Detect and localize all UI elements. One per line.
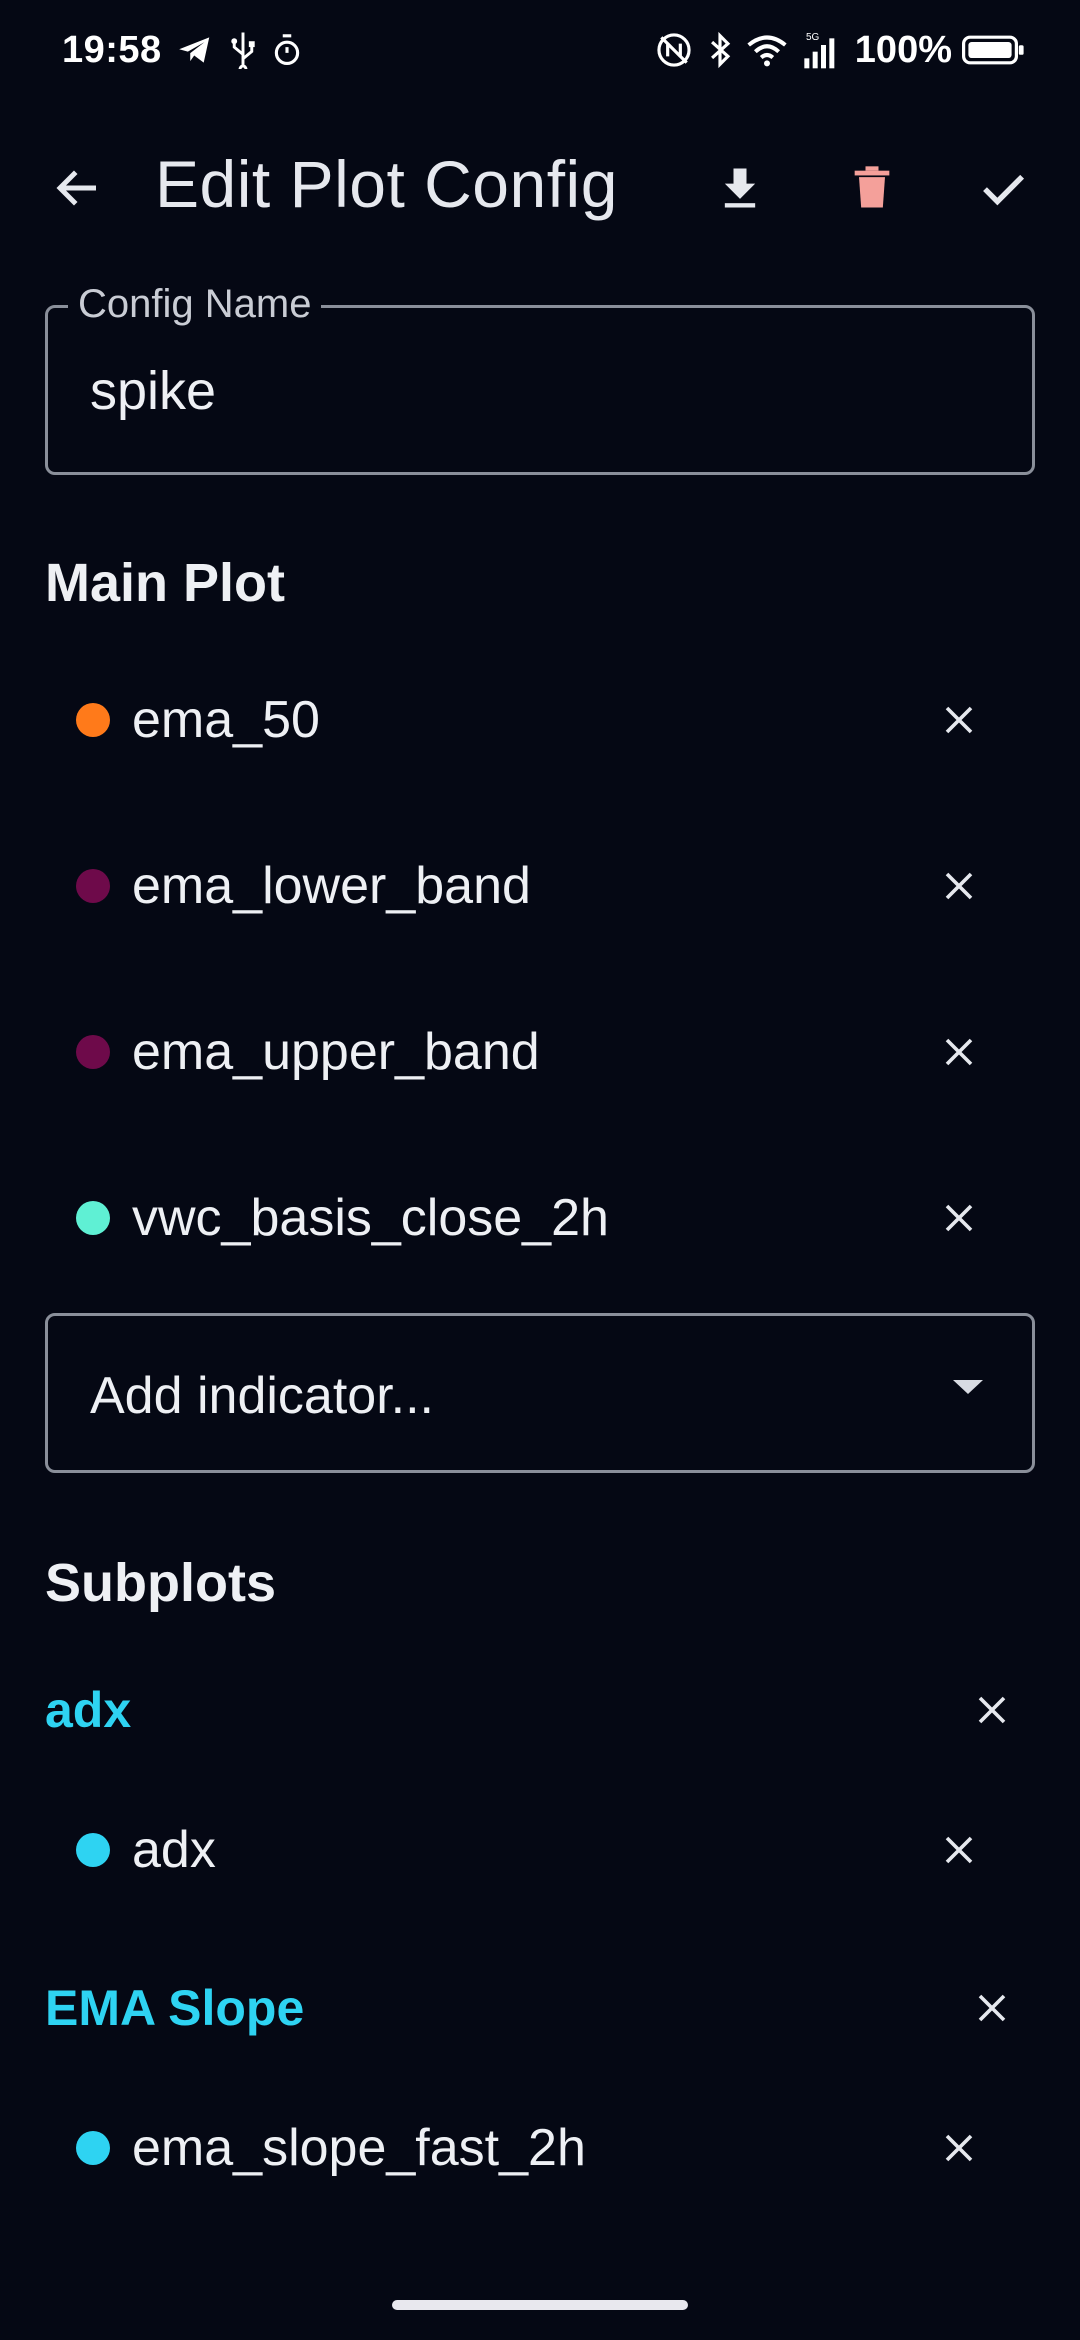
close-icon bbox=[945, 1038, 973, 1066]
indicator-label: ema_50 bbox=[132, 691, 320, 749]
subplots-title: Subplots bbox=[45, 1553, 276, 1613]
back-arrow-icon bbox=[56, 170, 96, 206]
remove-indicator-button[interactable] bbox=[919, 2108, 999, 2188]
page-title: Edit Plot Config bbox=[155, 147, 618, 221]
close-icon bbox=[978, 1696, 1006, 1724]
telegram-icon bbox=[176, 31, 214, 69]
color-dot bbox=[76, 2131, 110, 2165]
remove-subplot-button[interactable] bbox=[952, 1968, 1032, 2048]
screen: 19:58 5G 100% Edit Plot Config Config Na… bbox=[0, 0, 1080, 2340]
check-icon bbox=[983, 174, 1025, 206]
wifi-icon bbox=[747, 33, 787, 67]
indicator-label: vwc_basis_close_2h bbox=[132, 1189, 609, 1247]
download-icon bbox=[724, 168, 756, 208]
back-button[interactable] bbox=[30, 140, 126, 236]
main-plot-title: Main Plot bbox=[45, 553, 285, 613]
close-icon bbox=[945, 1204, 973, 1232]
config-name-label: Config Name bbox=[68, 282, 322, 327]
indicator-row: ema_slope_fast_2h bbox=[0, 2088, 1080, 2208]
cellular-signal-icon: 5G bbox=[801, 30, 841, 70]
indicator-row: adx bbox=[0, 1790, 1080, 1910]
remove-indicator-button[interactable] bbox=[919, 846, 999, 926]
indicator-row: ema_upper_band bbox=[0, 992, 1080, 1112]
battery-percent: 100% bbox=[854, 28, 952, 71]
dropdown-arrow-icon bbox=[953, 1378, 983, 1401]
color-dot bbox=[76, 1201, 110, 1235]
remove-subplot-button[interactable] bbox=[952, 1670, 1032, 1750]
download-button[interactable] bbox=[692, 140, 788, 236]
bluetooth-icon bbox=[707, 31, 733, 69]
status-left: 19:58 bbox=[62, 29, 302, 72]
delete-icon bbox=[854, 166, 890, 208]
status-time: 19:58 bbox=[62, 28, 162, 71]
close-icon bbox=[945, 2134, 973, 2162]
subplot-group-title: EMA Slope bbox=[45, 1980, 305, 2036]
add-indicator-placeholder: Add indicator... bbox=[90, 1367, 434, 1425]
timer-icon bbox=[272, 33, 302, 67]
remove-indicator-button[interactable] bbox=[919, 680, 999, 760]
close-icon bbox=[945, 872, 973, 900]
color-dot bbox=[76, 869, 110, 903]
config-name-input[interactable]: spike bbox=[90, 360, 216, 422]
color-dot bbox=[76, 703, 110, 737]
indicator-label: ema_lower_band bbox=[132, 857, 531, 915]
close-icon bbox=[945, 1836, 973, 1864]
subplot-group-title: adx bbox=[45, 1682, 132, 1738]
home-indicator[interactable] bbox=[392, 2300, 688, 2310]
color-dot bbox=[76, 1833, 110, 1867]
config-name-field[interactable]: Config Name spike bbox=[45, 282, 1035, 475]
indicator-row: ema_lower_band bbox=[0, 826, 1080, 946]
app-bar: Edit Plot Config bbox=[0, 128, 1080, 248]
indicator-row: ema_50 bbox=[0, 660, 1080, 780]
subplot-group-header: EMA Slope bbox=[0, 1948, 1080, 2068]
indicator-label: ema_upper_band bbox=[132, 1023, 540, 1081]
indicator-label: adx bbox=[132, 1821, 216, 1879]
confirm-button[interactable] bbox=[955, 140, 1051, 236]
usb-icon bbox=[228, 31, 258, 69]
nfc-icon bbox=[655, 31, 693, 69]
close-icon bbox=[945, 706, 973, 734]
indicator-row: vwc_basis_close_2h bbox=[0, 1158, 1080, 1278]
delete-button[interactable] bbox=[824, 140, 920, 236]
close-icon bbox=[978, 1994, 1006, 2022]
status-bar: 19:58 5G 100% bbox=[0, 0, 1080, 100]
remove-indicator-button[interactable] bbox=[919, 1810, 999, 1890]
status-right: 5G 100% bbox=[655, 29, 1040, 72]
subplot-group-header: adx bbox=[0, 1650, 1080, 1770]
indicator-label: ema_slope_fast_2h bbox=[132, 2119, 586, 2177]
battery-icon bbox=[962, 33, 1026, 67]
network-type-label: 5G bbox=[806, 32, 820, 43]
remove-indicator-button[interactable] bbox=[919, 1178, 999, 1258]
add-indicator-dropdown[interactable]: Add indicator... bbox=[45, 1313, 1035, 1473]
remove-indicator-button[interactable] bbox=[919, 1012, 999, 1092]
color-dot bbox=[76, 1035, 110, 1069]
